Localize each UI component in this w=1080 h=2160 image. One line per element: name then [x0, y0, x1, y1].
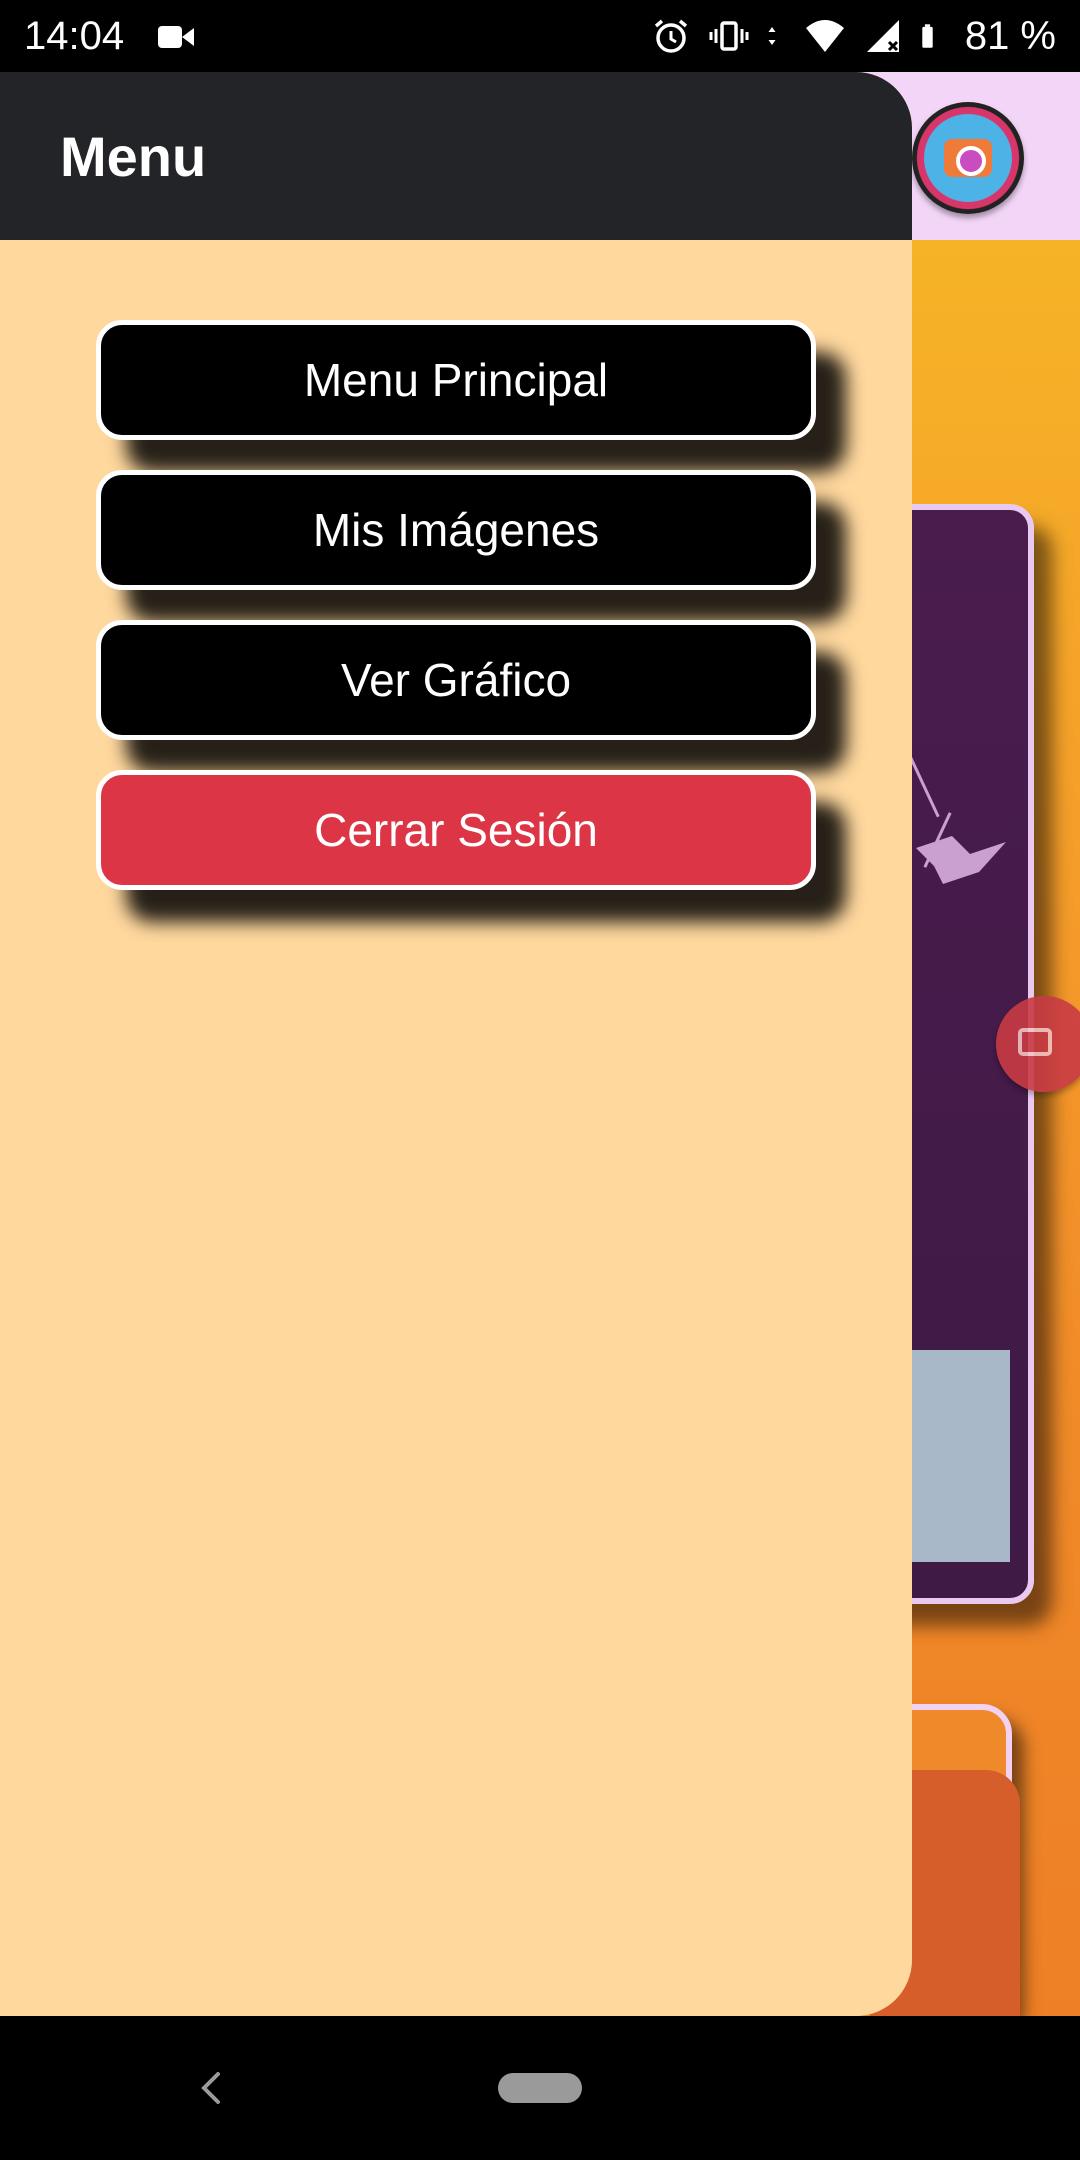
- mis-imagenes-button[interactable]: Mis Imágenes: [96, 470, 816, 590]
- menu-principal-button[interactable]: Menu Principal: [96, 320, 816, 440]
- status-time: 14:04: [24, 13, 125, 58]
- status-icons: 81 %: [651, 14, 1056, 59]
- navigation-drawer: Menu Menu Principal Mis Imágenes Ver Grá…: [0, 72, 912, 2016]
- system-nav-bar: [0, 2016, 1080, 2160]
- wifi-icon: [805, 20, 844, 52]
- ver-grafico-button[interactable]: Ver Gráfico: [96, 620, 816, 740]
- home-pill-icon[interactable]: [498, 2073, 582, 2103]
- signal-icon: [866, 20, 899, 52]
- drawer-menu: Menu Principal Mis Imágenes Ver Gráfico …: [96, 320, 816, 920]
- card-illustration-line: [907, 752, 940, 818]
- battery-icon: [922, 24, 933, 48]
- video-camera-icon: [1018, 1028, 1052, 1056]
- status-bar: 14:04 81 %: [0, 0, 1080, 72]
- drawer-header: Menu: [0, 72, 912, 240]
- card-illustration: [916, 836, 1006, 884]
- drawer-title: Menu: [60, 124, 207, 188]
- camera-icon: [944, 139, 992, 177]
- alarm-icon: [654, 19, 687, 53]
- back-icon[interactable]: [196, 2068, 224, 2108]
- video-camera-icon: [158, 22, 195, 50]
- vibrate-icon: [709, 21, 749, 51]
- battery-percentage: 81 %: [964, 13, 1056, 58]
- data-arrows-icon: [768, 27, 776, 45]
- cerrar-sesion-button[interactable]: Cerrar Sesión: [96, 770, 816, 890]
- app-logo-avatar[interactable]: [912, 102, 1024, 214]
- card-image-panel: [906, 1350, 1010, 1562]
